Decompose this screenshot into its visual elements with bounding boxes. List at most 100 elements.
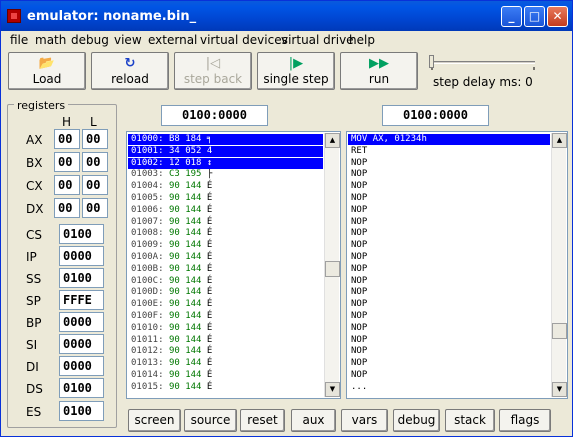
memory-row[interactable]: 0100C: 90 144 É	[128, 276, 323, 287]
menu-help[interactable]: help	[349, 33, 375, 47]
scroll-up-icon[interactable]: ▲	[552, 133, 567, 148]
menu-virtual-drive[interactable]: virtual drive	[281, 33, 354, 47]
register-al-field[interactable]: 00	[82, 129, 108, 149]
disassembly-row[interactable]: NOP	[348, 287, 550, 298]
memory-scrollbar[interactable]: ▲ ▼	[324, 133, 340, 397]
memory-row[interactable]: 01001: 34 052 4	[128, 145, 323, 157]
register-bl-field[interactable]: 00	[82, 152, 108, 172]
memory-row[interactable]: 01013: 90 144 É	[128, 358, 323, 369]
memory-row[interactable]: 01002: 12 018 ↕	[128, 157, 323, 169]
debug-button[interactable]: debug	[393, 409, 440, 432]
disassembly-row[interactable]: RET	[348, 146, 550, 157]
disassembly-row[interactable]: NOP	[348, 252, 550, 263]
disassembly-row[interactable]: NOP	[348, 311, 550, 322]
memory-row[interactable]: 0100E: 90 144 É	[128, 299, 323, 310]
memory-row[interactable]: 0100F: 90 144 É	[128, 311, 323, 322]
flags-button[interactable]: flags	[499, 409, 551, 432]
register-ss-field[interactable]: 0100	[59, 268, 104, 288]
step-delay-slider-thumb[interactable]	[429, 55, 434, 68]
stack-button[interactable]: stack	[445, 409, 495, 432]
memory-row[interactable]: 0100B: 90 144 É	[128, 264, 323, 275]
disassembly-row[interactable]: NOP	[348, 346, 550, 357]
disassembly-row[interactable]: NOP	[348, 217, 550, 228]
memory-row[interactable]: 01014: 90 144 É	[128, 370, 323, 381]
register-ch-field[interactable]: 00	[54, 175, 80, 195]
disassembly-row[interactable]: NOP	[348, 335, 550, 346]
register-cl-field[interactable]: 00	[82, 175, 108, 195]
memory-row[interactable]: 01008: 90 144 É	[128, 228, 323, 239]
menu-view[interactable]: view	[114, 33, 142, 47]
menu-external[interactable]: external	[148, 33, 197, 47]
disassembly-row[interactable]: NOP	[348, 299, 550, 310]
menu-virtual-devices[interactable]: virtual devices	[200, 33, 288, 47]
disassembly-row[interactable]: NOP	[348, 169, 550, 180]
disassembly-address-field[interactable]: 0100:0000	[382, 105, 489, 126]
disassembly-list[interactable]: ... NOP NOP NOP NOP NOP NOP NOP NOP NOP NOP NOP NOP N…	[346, 131, 568, 399]
register-bh-field[interactable]: 00	[54, 152, 80, 172]
minimize-button[interactable]: _	[501, 6, 522, 27]
step-delay-slider-track[interactable]	[431, 61, 535, 64]
scroll-down-icon[interactable]: ▼	[325, 382, 340, 397]
register-dl-field[interactable]: 00	[82, 198, 108, 218]
disassembly-row[interactable]: NOP	[348, 158, 550, 169]
load-button[interactable]: 📂 Load	[8, 52, 86, 90]
memory-row[interactable]: 01015: 90 144 É	[128, 382, 323, 393]
disassembly-row[interactable]: NOP	[348, 370, 550, 381]
memory-row[interactable]: 01010: 90 144 É	[128, 323, 323, 334]
maximize-button[interactable]: □	[524, 6, 545, 27]
memory-row[interactable]: 01003: C3 195 ├	[128, 169, 323, 180]
register-es-field[interactable]: 0100	[59, 401, 104, 421]
screen-button[interactable]: screen	[128, 409, 181, 432]
memory-address-field[interactable]: 0100:0000	[161, 105, 268, 126]
disassembly-row[interactable]: ...	[348, 382, 550, 393]
disassembly-row[interactable]: MOV AX, 01234h	[348, 134, 550, 145]
disassembly-scroll-thumb[interactable]	[552, 323, 567, 339]
disassembly-row[interactable]: NOP	[348, 228, 550, 239]
memory-row[interactable]: 01005: 90 144 É	[128, 193, 323, 204]
menu-debug[interactable]: debug	[71, 33, 109, 47]
vars-button[interactable]: vars	[341, 409, 388, 432]
memory-row[interactable]: 01004: 90 144 É	[128, 181, 323, 192]
disassembly-row[interactable]: NOP	[348, 240, 550, 251]
source-button[interactable]: source	[184, 409, 237, 432]
scroll-down-icon[interactable]: ▼	[552, 382, 567, 397]
register-ds-field[interactable]: 0100	[59, 378, 104, 398]
disassembly-row[interactable]: NOP	[348, 205, 550, 216]
reload-button[interactable]: ↻ reload	[91, 52, 169, 90]
register-si-field[interactable]: 0000	[59, 334, 104, 354]
register-ip-field[interactable]: 0000	[59, 246, 104, 266]
disassembly-row[interactable]: NOP	[348, 358, 550, 369]
register-ah-field[interactable]: 00	[54, 129, 80, 149]
reset-button[interactable]: reset	[240, 409, 285, 432]
memory-row[interactable]: 01000: B8 184 ╕	[128, 134, 323, 145]
step-back-button[interactable]: |◁ step back	[174, 52, 252, 90]
memory-row[interactable]: 01012: 90 144 É	[128, 346, 323, 357]
register-di-field[interactable]: 0000	[59, 356, 104, 376]
memory-row[interactable]: 01006: 90 144 É	[128, 205, 323, 216]
close-button[interactable]: ✕	[547, 6, 568, 27]
menu-math[interactable]: math	[35, 33, 66, 47]
memory-row[interactable]: 01009: 90 144 É	[128, 240, 323, 251]
memory-scroll-thumb[interactable]	[325, 261, 340, 277]
disassembly-row[interactable]: NOP	[348, 276, 550, 287]
register-dh-field[interactable]: 00	[54, 198, 80, 218]
single-step-button[interactable]: |▶ single step	[257, 52, 335, 90]
aux-button[interactable]: aux	[291, 409, 336, 432]
register-sp-field[interactable]: FFFE	[59, 290, 104, 310]
menu-file[interactable]: file	[10, 33, 28, 47]
memory-row[interactable]: 0100A: 90 144 É	[128, 252, 323, 263]
run-button[interactable]: ▶▶ run	[340, 52, 418, 90]
disassembly-scrollbar[interactable]: ▲ ▼	[551, 133, 567, 397]
disassembly-row[interactable]: NOP	[348, 264, 550, 275]
disassembly-row[interactable]: NOP	[348, 323, 550, 334]
register-cs-field[interactable]: 0100	[59, 224, 104, 244]
register-bp-field[interactable]: 0000	[59, 312, 104, 332]
memory-row[interactable]: 0100D: 90 144 É	[128, 287, 323, 298]
disassembly-row[interactable]: NOP	[348, 193, 550, 204]
title-bar[interactable]: emulator: noname.bin_ _ □ ✕	[1, 1, 572, 31]
disassembly-row[interactable]: NOP	[348, 181, 550, 192]
memory-list[interactable]: 01015: 90 144 É 01014: 90 144 É 01013: 90 …	[126, 131, 341, 399]
memory-row[interactable]: 01007: 90 144 É	[128, 217, 323, 228]
scroll-up-icon[interactable]: ▲	[325, 133, 340, 148]
memory-row[interactable]: 01011: 90 144 É	[128, 335, 323, 346]
